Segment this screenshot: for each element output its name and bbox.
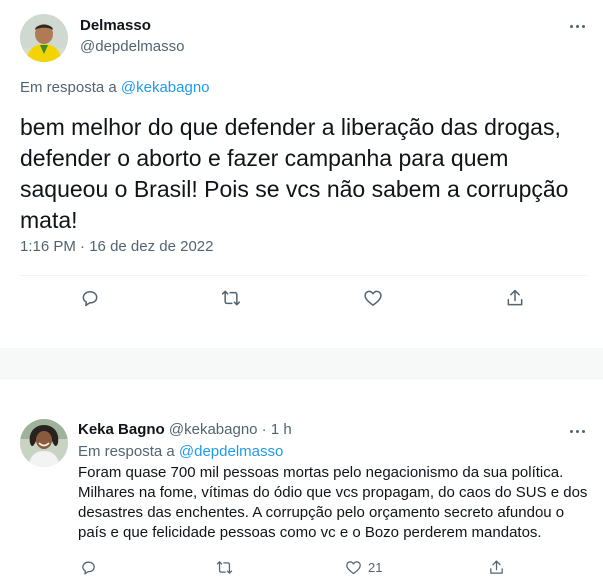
reply-age[interactable]: 1 h (271, 421, 292, 438)
reply-button[interactable] (80, 288, 100, 308)
share-button[interactable] (505, 288, 525, 308)
like-button[interactable] (363, 288, 383, 308)
reply-header: Keka Bagno @kekabagno · 1 h (78, 421, 292, 438)
retweet-button[interactable] (215, 559, 234, 576)
retweet-icon (221, 290, 241, 306)
divider (20, 275, 587, 276)
tweet-date[interactable]: 16 de dez de 2022 (89, 238, 213, 255)
meta-separator: · (80, 238, 86, 255)
reply-button[interactable] (80, 559, 97, 576)
like-icon (364, 290, 382, 306)
author-name[interactable]: Delmasso (80, 17, 151, 34)
reply-icon (82, 561, 95, 575)
tweet-timestamp[interactable]: 1:16 PM · 16 de dez de 2022 (20, 238, 214, 255)
retweet-button[interactable] (220, 288, 242, 308)
share-icon (507, 289, 523, 306)
like-icon (346, 561, 361, 575)
tweet-text: bem melhor do que defender a liberação d… (20, 114, 569, 233)
keka-avatar[interactable] (20, 419, 68, 467)
main-tweet-card: Delmasso @depdelmasso Em resposta a @kek… (0, 0, 603, 348)
reply-author-name[interactable]: Keka Bagno (78, 421, 165, 438)
reply-context: Em resposta a @kekabagno (20, 79, 210, 96)
reply-prefix: Em resposta a (78, 443, 175, 460)
reply-icon (82, 291, 98, 307)
reply-mention-link[interactable]: @kekabagno (121, 79, 210, 96)
more-icon[interactable] (567, 421, 587, 441)
author-handle[interactable]: @depdelmasso (80, 38, 184, 55)
share-icon (490, 560, 503, 574)
share-button[interactable] (488, 559, 505, 576)
reply-tweet-card[interactable]: Keka Bagno @kekabagno · 1 h Em resposta … (0, 378, 603, 580)
reply-text: Foram quase 700 mil pessoas mortas pelo … (78, 464, 588, 541)
retweet-icon (216, 561, 233, 574)
reply-separator: · (261, 421, 267, 438)
more-icon[interactable] (567, 16, 587, 36)
reply-mention-link[interactable]: @depdelmasso (179, 443, 283, 460)
delmasso-avatar[interactable] (20, 14, 68, 62)
like-button[interactable]: 21 (345, 559, 382, 576)
tweet-time[interactable]: 1:16 PM (20, 238, 76, 255)
reply-prefix: Em resposta a (20, 79, 117, 96)
like-count: 21 (368, 560, 383, 575)
reply-author-handle[interactable]: @kekabagno (169, 421, 258, 438)
reply-context: Em resposta a @depdelmasso (78, 443, 283, 460)
